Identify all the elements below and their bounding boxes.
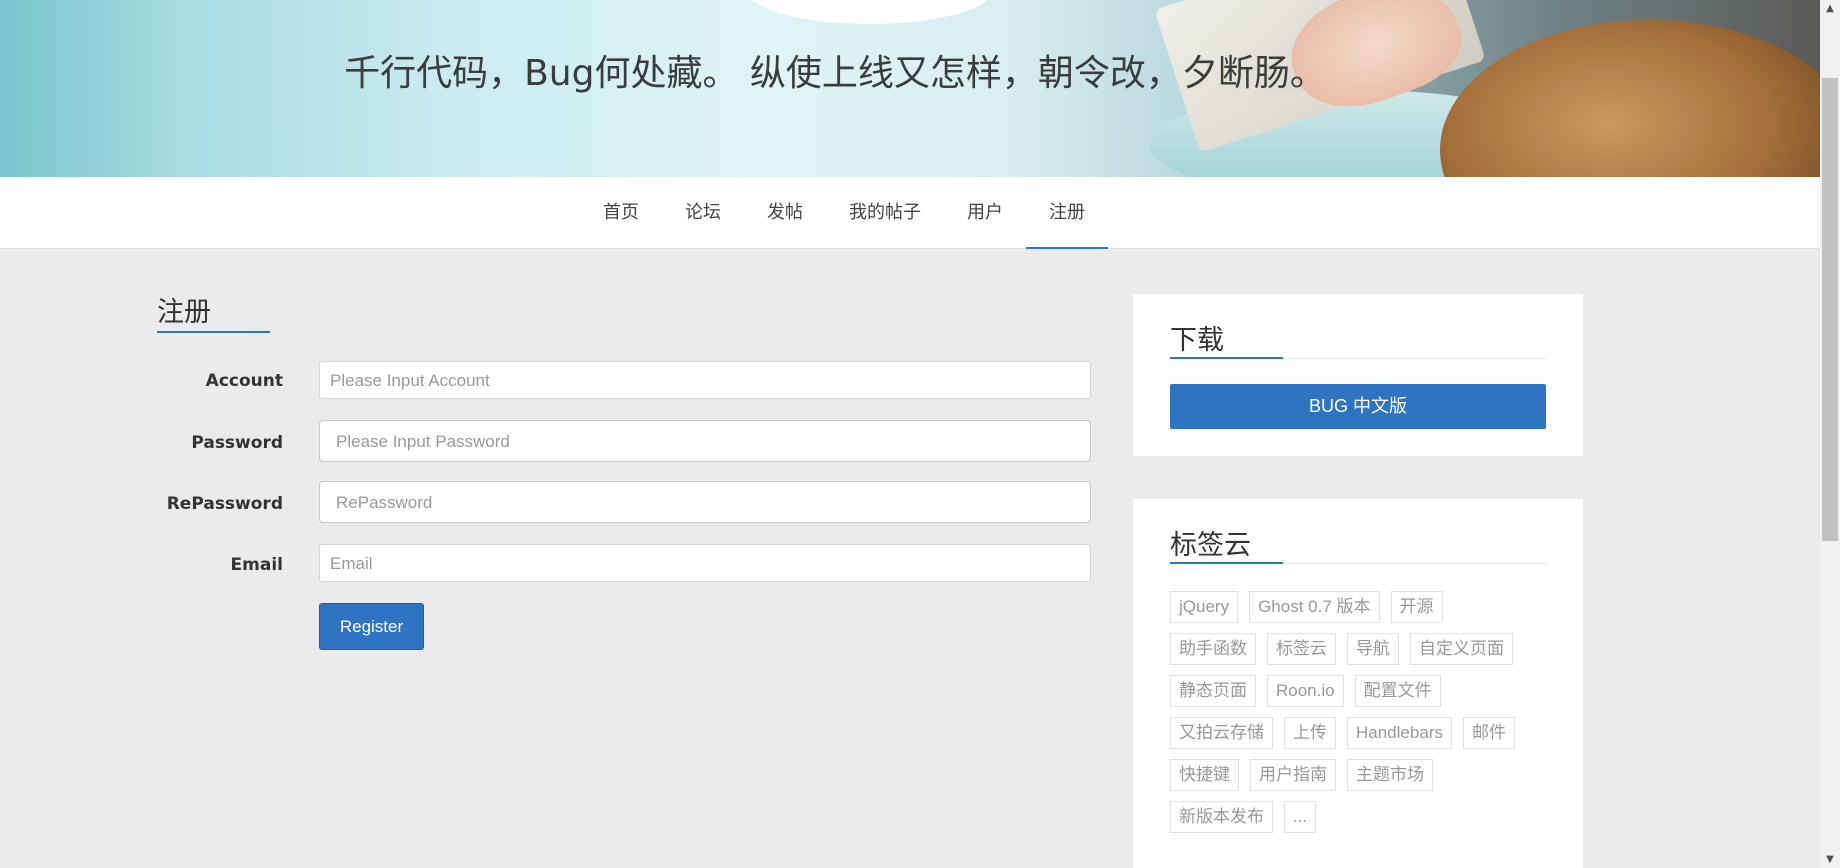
nav-menu: 首页 论坛 发帖 我的帖子 用户 注册: [580, 177, 1108, 249]
email-input[interactable]: Email: [319, 544, 1091, 582]
password-input[interactable]: Please Input Password: [319, 420, 1091, 462]
download-title: 下载: [1170, 325, 1224, 356]
tag-item[interactable]: jQuery: [1170, 591, 1239, 623]
tag-item[interactable]: 又拍云存储: [1170, 717, 1273, 749]
nav-item-register[interactable]: 注册: [1026, 177, 1108, 249]
hero-slogan: 千行代码，Bug何处藏。 纵使上线又怎样，朝令改，夕断肠。: [344, 53, 1326, 94]
page-scrollbar[interactable]: ▲ ▼: [1820, 0, 1840, 868]
tag-item[interactable]: 邮件: [1462, 717, 1515, 749]
scroll-up-arrow-icon[interactable]: ▲: [1820, 0, 1840, 17]
tag-item[interactable]: 快捷键: [1170, 759, 1239, 791]
nav-item-users[interactable]: 用户: [944, 177, 1026, 248]
register-title: 注册: [157, 297, 211, 328]
download-bug-cn-button[interactable]: BUG 中文版: [1170, 384, 1546, 429]
tag-list: jQuery Ghost 0.7 版本 开源 助手函数 标签云 导航 自定义页面 静态页面…: [1170, 591, 1560, 843]
nav-item-my-posts[interactable]: 我的帖子: [826, 177, 944, 248]
tag-cloud-title-accent: [1170, 562, 1283, 564]
nav-item-new-post[interactable]: 发帖: [744, 177, 826, 248]
hero-banner: 千行代码，Bug何处藏。 纵使上线又怎样，朝令改，夕断肠。: [0, 0, 1820, 177]
tag-item[interactable]: 开源: [1390, 591, 1443, 623]
account-label: Account: [205, 371, 283, 391]
tag-item[interactable]: 配置文件: [1354, 675, 1441, 707]
repassword-label: RePassword: [166, 494, 283, 514]
tag-item[interactable]: 新版本发布: [1170, 801, 1273, 833]
tag-cloud-title-divider: [1170, 562, 1546, 564]
download-title-accent: [1170, 357, 1283, 359]
tag-item[interactable]: 静态页面: [1170, 675, 1256, 707]
tag-item[interactable]: ...: [1284, 801, 1317, 833]
tag-item[interactable]: 用户指南: [1250, 759, 1336, 791]
register-button[interactable]: Register: [319, 603, 424, 650]
tag-item[interactable]: 导航: [1347, 633, 1399, 665]
email-label: Email: [230, 555, 283, 575]
main-navbar: 首页 论坛 发帖 我的帖子 用户 注册: [0, 177, 1820, 249]
tag-item[interactable]: 标签云: [1267, 633, 1336, 665]
repassword-input[interactable]: RePassword: [319, 481, 1091, 523]
password-label: Password: [191, 433, 283, 453]
tag-cloud-panel: 标签云 jQuery Ghost 0.7 版本 开源 助手函数 标签云 导航 自定义页面 …: [1133, 499, 1583, 868]
tag-item[interactable]: 助手函数: [1170, 633, 1256, 665]
tag-item[interactable]: Roon.io: [1267, 675, 1344, 707]
hero-slogan-wrap: 千行代码，Bug何处藏。 纵使上线又怎样，朝令改，夕断肠。: [0, 44, 1670, 96]
tag-item[interactable]: Ghost 0.7 版本: [1249, 591, 1380, 623]
tag-item[interactable]: 主题市场: [1347, 759, 1433, 791]
scroll-down-arrow-icon[interactable]: ▼: [1820, 851, 1840, 868]
scrollbar-thumb[interactable]: [1822, 78, 1838, 541]
tag-item[interactable]: 上传: [1284, 717, 1336, 749]
tag-item[interactable]: Handlebars: [1347, 717, 1452, 749]
hero-logo-cloud: [745, 0, 995, 24]
nav-item-forum[interactable]: 论坛: [662, 177, 744, 248]
tag-cloud-title: 标签云: [1170, 530, 1251, 561]
download-title-divider: [1170, 357, 1546, 359]
account-input[interactable]: Please Input Account: [319, 361, 1091, 399]
tag-item[interactable]: 自定义页面: [1410, 633, 1513, 665]
nav-item-home[interactable]: 首页: [580, 177, 662, 248]
register-title-underline: [157, 331, 270, 333]
download-panel: 下载 BUG 中文版: [1133, 294, 1583, 456]
